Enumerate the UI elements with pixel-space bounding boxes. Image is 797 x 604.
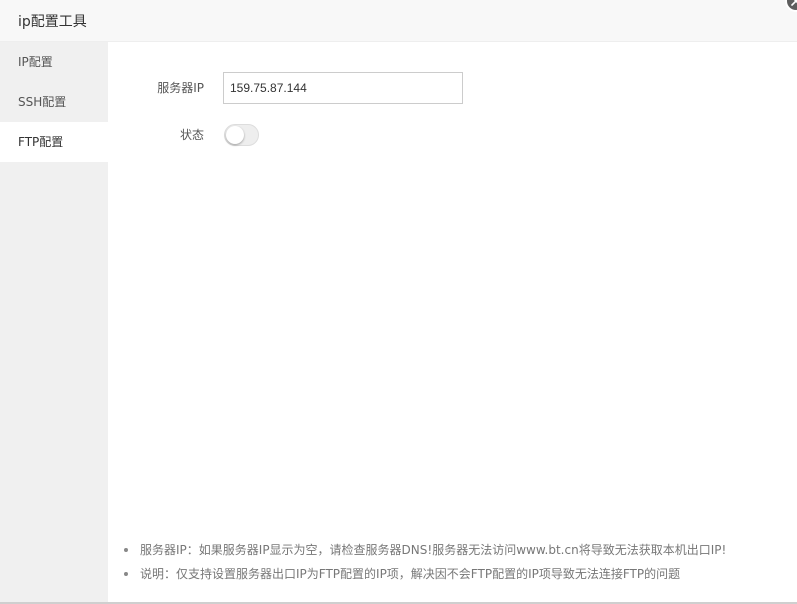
sidebar-item-ip-config[interactable]: IP配置: [0, 42, 108, 82]
server-ip-row: 服务器IP: [108, 72, 797, 104]
status-label: 状态: [179, 128, 204, 142]
sidebar: IP配置 SSH配置 FTP配置: [0, 42, 108, 604]
status-row: 状态: [108, 119, 797, 151]
bullet-icon: [124, 548, 128, 552]
server-ip-label: 服务器IP: [157, 81, 204, 95]
toggle-knob: [226, 126, 244, 144]
bullet-icon: [124, 572, 128, 576]
dialog-title: ip配置工具: [18, 14, 87, 30]
sidebar-item-ssh-config[interactable]: SSH配置: [0, 82, 108, 122]
tip-text: 服务器IP：如果服务器IP显示为空，请检查服务器DNS!服务器无法访问www.b…: [140, 543, 727, 557]
dialog-titlebar: ip配置工具: [0, 0, 797, 42]
sidebar-item-label: SSH配置: [18, 95, 67, 109]
sidebar-item-ftp-config[interactable]: FTP配置: [0, 122, 108, 162]
tip-text: 说明：仅支持设置服务器出口IP为FTP配置的IP项，解决因不会FTP配置的IP项…: [140, 567, 681, 581]
ftp-config-dialog: ip配置工具 IP配置 SSH配置 FTP配置 服务器IP 状态: [0, 0, 797, 604]
close-icon: [791, 0, 797, 6]
list-item: 说明：仅支持设置服务器出口IP为FTP配置的IP项，解决因不会FTP配置的IP项…: [122, 562, 792, 586]
tips-list: 服务器IP：如果服务器IP显示为空，请检查服务器DNS!服务器无法访问www.b…: [122, 538, 792, 586]
list-item: 服务器IP：如果服务器IP显示为空，请检查服务器DNS!服务器无法访问www.b…: [122, 538, 792, 562]
status-toggle[interactable]: [224, 124, 259, 146]
sidebar-item-label: FTP配置: [18, 135, 64, 149]
sidebar-item-label: IP配置: [18, 55, 53, 69]
main-content: 服务器IP 状态 服务器IP：如果服务器IP显示为空，请检查服务器DNS!服务器…: [108, 42, 797, 602]
server-ip-input[interactable]: [223, 72, 463, 104]
